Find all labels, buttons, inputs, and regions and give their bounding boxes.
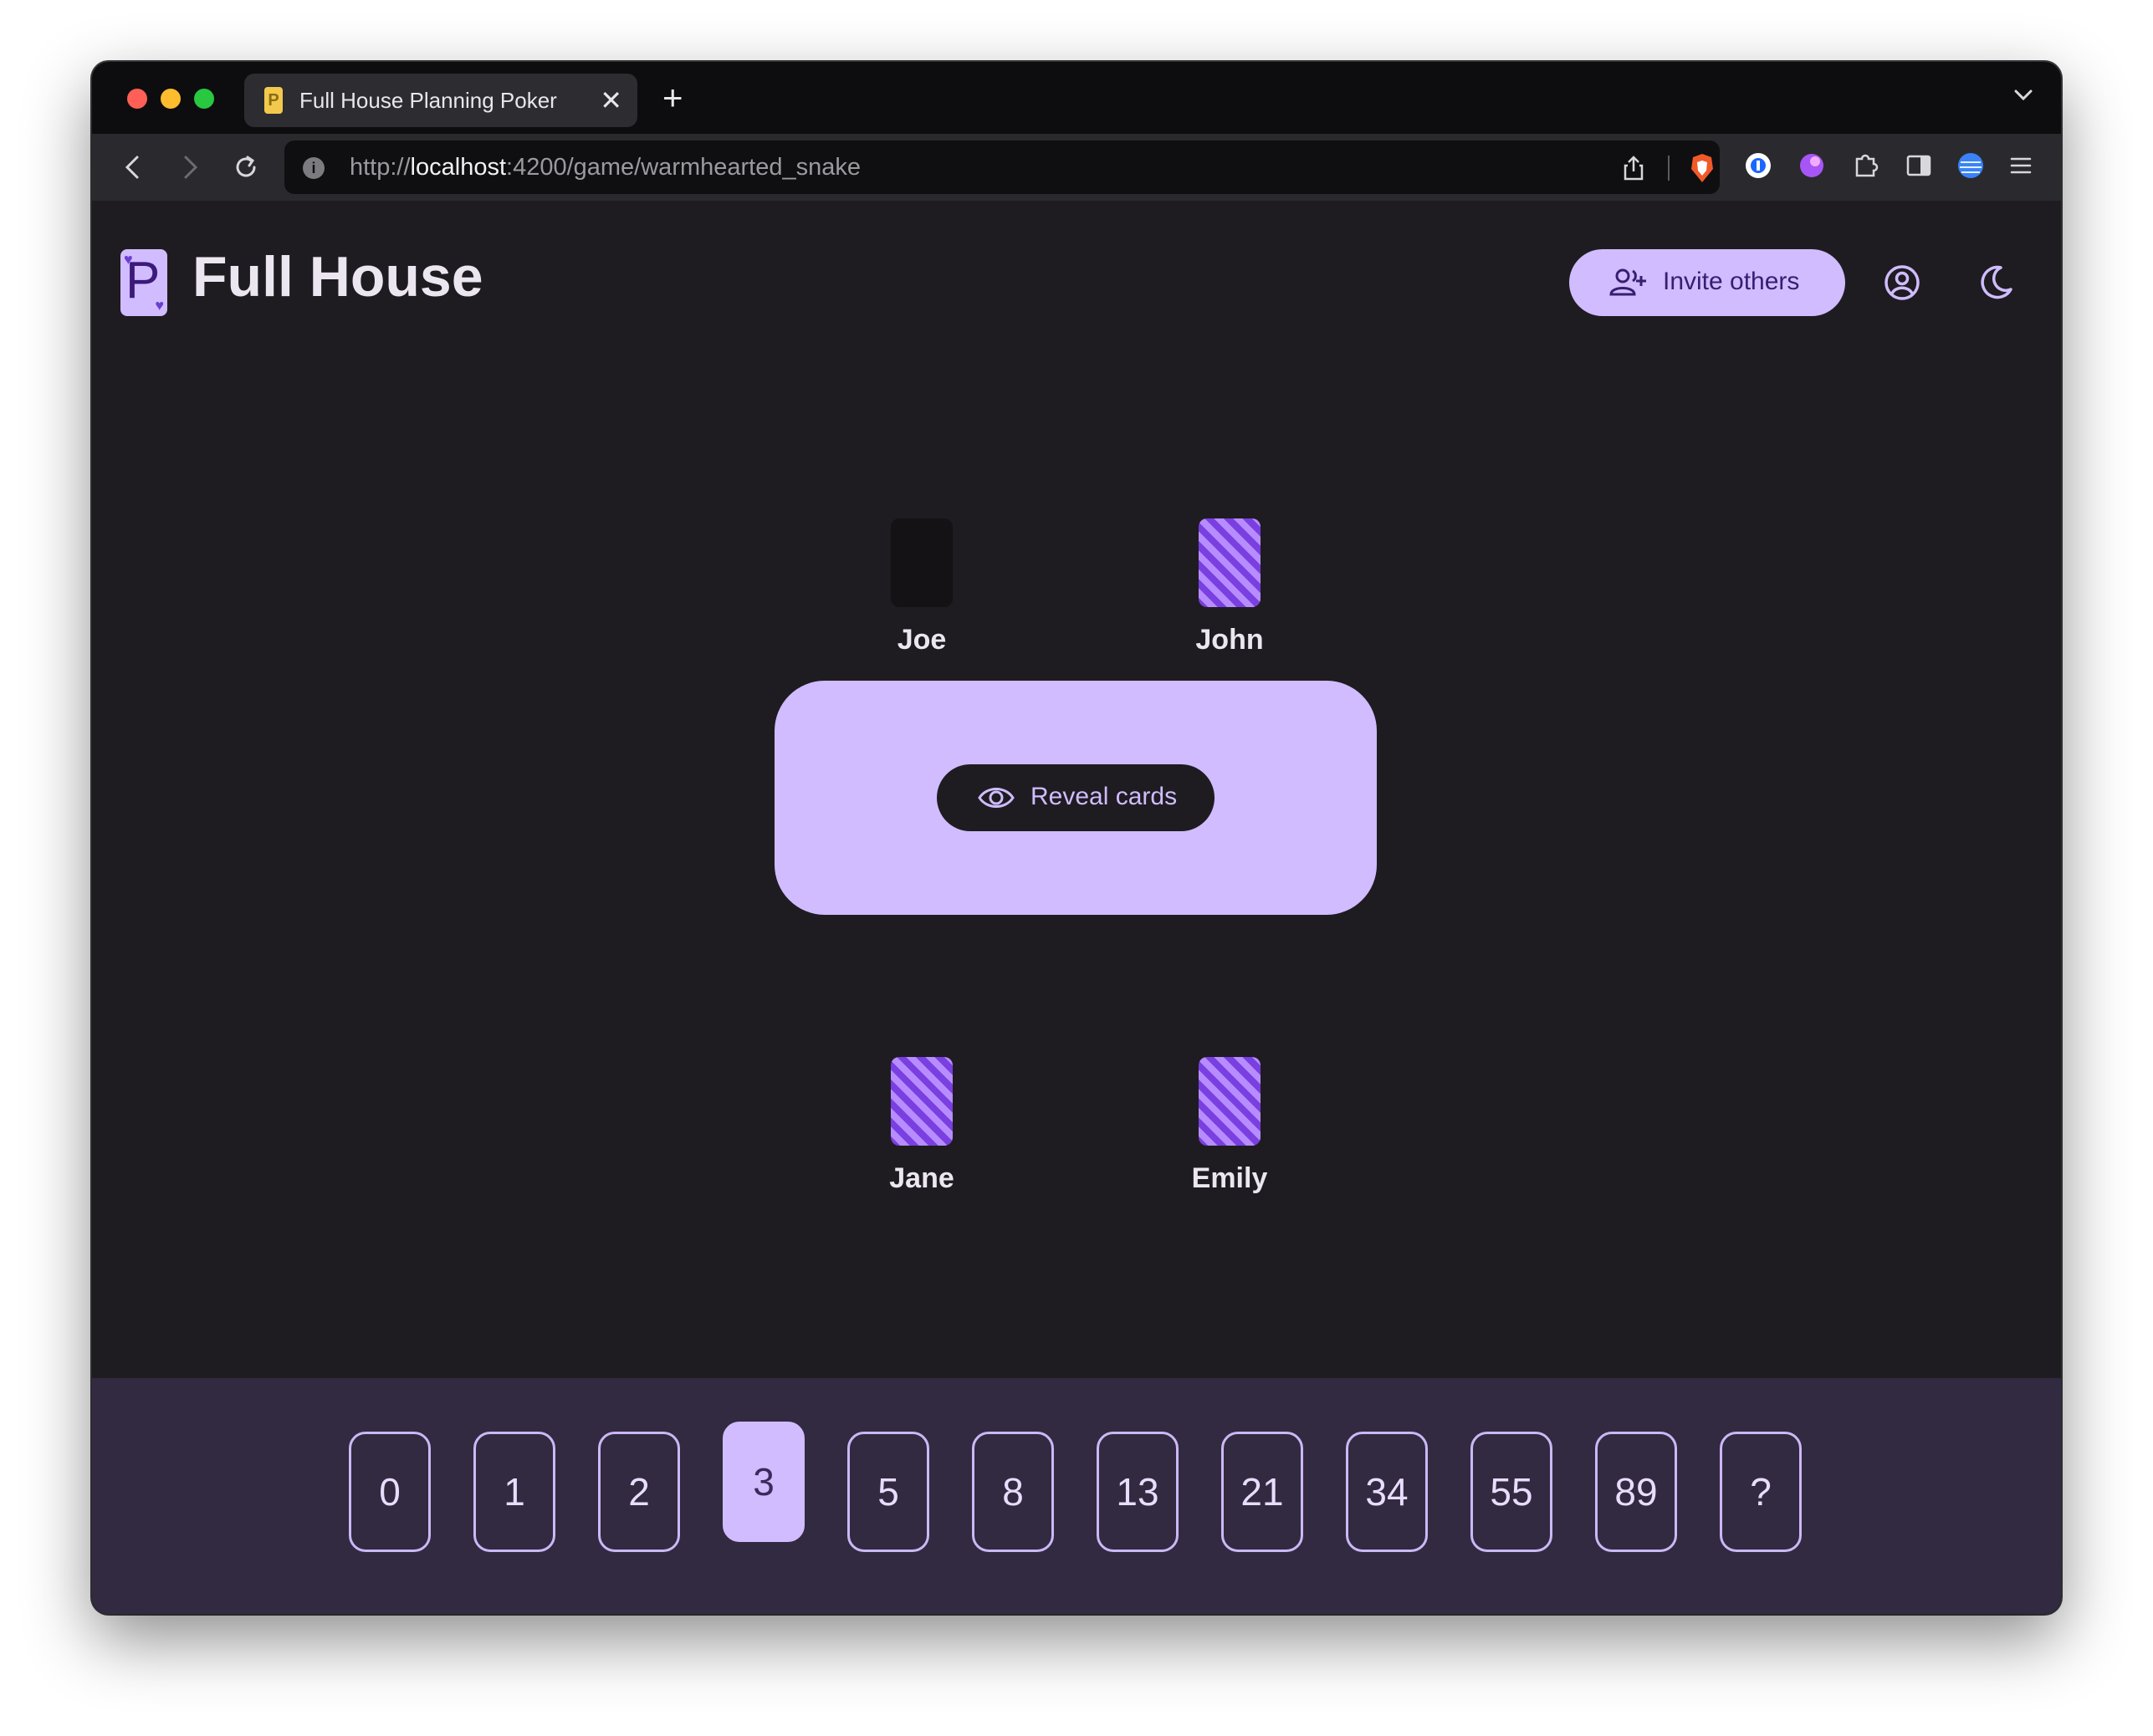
vote-card-21[interactable]: 21 [1221, 1432, 1303, 1552]
address-bar[interactable]: i http://localhost:4200/game/warmhearted… [284, 140, 1720, 194]
player-card-face-down [891, 1057, 953, 1146]
toolbar-divider [1668, 156, 1670, 181]
player-name: Emily [1191, 1162, 1268, 1194]
player-name: Joe [897, 624, 947, 656]
zoom-window-button[interactable] [194, 89, 214, 109]
vote-card-89[interactable]: 89 [1595, 1432, 1677, 1552]
minimize-window-button[interactable] [161, 89, 181, 109]
site-info-icon[interactable]: i [303, 157, 325, 179]
url-text[interactable]: http://localhost:4200/game/warmhearted_s… [350, 154, 861, 181]
password-manager-icon[interactable] [1741, 149, 1775, 182]
close-window-button[interactable] [127, 89, 147, 109]
url-scheme: http:// [350, 154, 411, 181]
poker-table: Reveal cards [775, 681, 1377, 915]
sidebar-toggle-icon[interactable] [1902, 149, 1936, 182]
player-seat-emily: Emily [1146, 1057, 1313, 1195]
vote-card-8[interactable]: 8 [972, 1432, 1054, 1552]
vote-card-1[interactable]: 1 [473, 1432, 555, 1552]
menu-icon[interactable] [2004, 149, 2038, 182]
player-card-face-down [1199, 1057, 1261, 1146]
app-title: Full House [192, 245, 483, 309]
tab-strip: P Full House Planning Poker ✕ + [92, 62, 2061, 134]
tab-list-chevron-icon[interactable] [2011, 82, 2036, 107]
forward-icon[interactable] [172, 151, 206, 184]
url-host: localhost [410, 154, 507, 181]
app-content: ♥ P ♥ Full House Invite others Joe John … [92, 201, 2061, 1614]
vote-card-34[interactable]: 34 [1346, 1432, 1428, 1552]
vote-card-0[interactable]: 0 [349, 1432, 431, 1552]
share-icon[interactable] [1619, 154, 1648, 182]
brave-shield-icon[interactable] [1688, 152, 1716, 184]
tab-title: Full House Planning Poker [299, 88, 557, 113]
vpn-globe-icon[interactable] [1954, 149, 1987, 182]
add-user-icon [1609, 268, 1646, 296]
reveal-cards-label: Reveal cards [1030, 783, 1178, 810]
reveal-cards-button[interactable]: Reveal cards [937, 764, 1215, 831]
vote-card-3-selected[interactable]: 3 [723, 1422, 805, 1542]
close-tab-icon[interactable]: ✕ [600, 84, 622, 117]
player-seat-john: John [1146, 518, 1313, 656]
browser-toolbar: i http://localhost:4200/game/warmhearted… [92, 134, 2061, 201]
account-icon[interactable] [1875, 256, 1929, 309]
player-name: John [1195, 624, 1264, 656]
vote-card-question[interactable]: ? [1720, 1432, 1802, 1552]
player-card-face-down [1199, 518, 1261, 607]
browser-tab[interactable]: P Full House Planning Poker ✕ [244, 74, 637, 127]
vote-card-5[interactable]: 5 [847, 1432, 929, 1552]
player-name: Jane [889, 1162, 954, 1194]
back-icon[interactable] [117, 151, 151, 184]
vote-card-13[interactable]: 13 [1097, 1432, 1179, 1552]
reload-icon[interactable] [229, 151, 263, 184]
player-card-empty [891, 518, 953, 607]
logo-heart-icon: ♥ [155, 297, 164, 314]
eye-icon [978, 788, 1015, 808]
invite-others-label: Invite others [1663, 268, 1800, 295]
vote-card-2[interactable]: 2 [598, 1432, 680, 1552]
player-seat-jane: Jane [838, 1057, 1005, 1195]
vote-card-55[interactable]: 55 [1470, 1432, 1552, 1552]
favicon-icon: P [264, 87, 283, 114]
extensions-puzzle-icon[interactable] [1849, 149, 1882, 182]
app-logo: ♥ P ♥ [120, 249, 167, 316]
url-path: :4200/game/warmhearted_snake [506, 154, 861, 181]
new-tab-button[interactable]: + [662, 79, 683, 117]
invite-others-button[interactable]: Invite others [1569, 249, 1845, 316]
extension-orb-icon[interactable] [1795, 149, 1828, 182]
player-seat-joe: Joe [838, 518, 1005, 656]
dark-mode-moon-icon[interactable] [1969, 256, 2023, 309]
card-deck: 0 1 2 3 5 8 13 21 34 55 89 ? [92, 1378, 2061, 1614]
browser-window: P Full House Planning Poker ✕ + i http:/… [92, 62, 2061, 1614]
